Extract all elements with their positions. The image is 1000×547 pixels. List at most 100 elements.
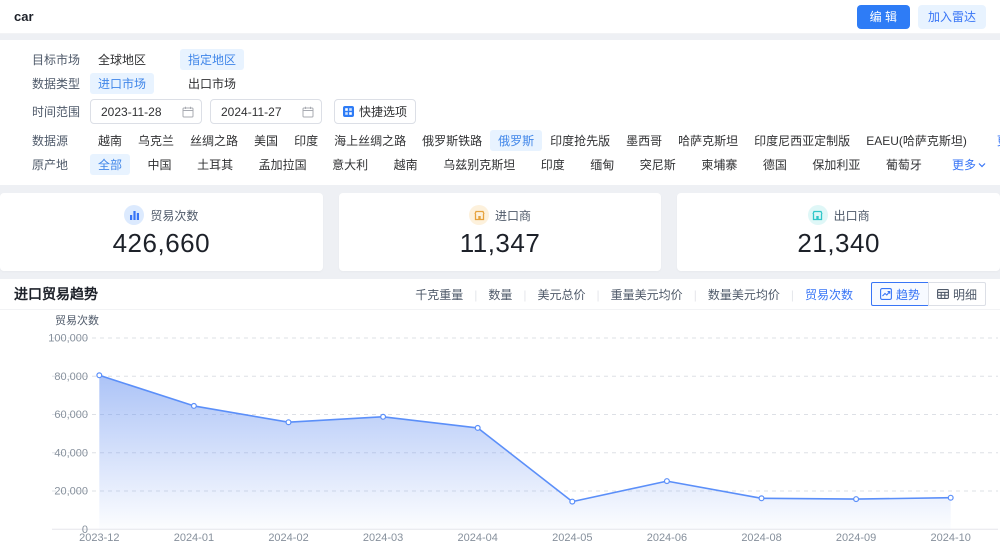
svg-text:2024-02: 2024-02 bbox=[268, 532, 308, 544]
quick-options-button[interactable]: 快捷选项 bbox=[334, 99, 417, 124]
svg-text:2024-06: 2024-06 bbox=[647, 532, 687, 544]
stat-label: 出口商 bbox=[833, 208, 870, 223]
filter-option[interactable]: 乌兹别克斯坦 bbox=[435, 154, 523, 175]
chart-metric-option[interactable]: 数量美元均价 bbox=[706, 288, 782, 302]
chart-metric-option[interactable]: 数量 bbox=[486, 288, 514, 302]
time-range-label: 时间范围 bbox=[32, 105, 81, 119]
metric-separator: | bbox=[693, 287, 697, 302]
chart-metric-option[interactable]: 美元总价 bbox=[536, 288, 588, 302]
calendar-icon bbox=[182, 106, 194, 117]
trend-view-button[interactable]: 趋势 bbox=[870, 282, 929, 306]
origin-row: 原产地 全部 中国 土耳其 孟加拉国 意大利 越南 乌兹别克斯坦 印度 缅甸 突尼斯 柬埔寨 德国 保加… bbox=[32, 153, 986, 176]
date-to-value[interactable] bbox=[221, 104, 293, 119]
stat-label: 进口商 bbox=[495, 208, 532, 223]
filter-option[interactable]: 孟加拉国 bbox=[251, 154, 315, 175]
stat-value: 426,660 bbox=[112, 228, 211, 258]
filter-option[interactable]: 保加利亚 bbox=[804, 154, 868, 175]
filter-option[interactable]: 印度 bbox=[286, 130, 326, 151]
filter-option[interactable]: 意大利 bbox=[324, 154, 376, 175]
filter-option[interactable]: 印度尼西亚定制版 bbox=[746, 130, 858, 151]
stat-value: 21,340 bbox=[797, 228, 880, 258]
metric-separator: | bbox=[790, 287, 794, 302]
detail-view-button[interactable]: 明细 bbox=[927, 282, 986, 306]
filter-option[interactable]: 德国 bbox=[755, 154, 795, 175]
origin-options: 全部 中国 土耳其 孟加拉国 意大利 越南 乌兹别克斯坦 印度 缅甸 突尼斯 柬埔寨 德国 保加利亚 葡萄… bbox=[90, 154, 930, 175]
calendar-icon bbox=[302, 106, 314, 117]
page-title: car bbox=[14, 9, 34, 24]
filter-option[interactable]: 指定地区 bbox=[180, 49, 245, 70]
svg-text:2024-10: 2024-10 bbox=[931, 532, 971, 544]
filter-option[interactable]: 越南 bbox=[386, 154, 426, 175]
stats-row: 贸易次数 426,660 进口商 11,347 出口商 21,340 bbox=[0, 193, 1000, 271]
filter-option[interactable]: 越南 bbox=[90, 130, 130, 151]
svg-text:20,000: 20,000 bbox=[54, 486, 88, 498]
importer-icon bbox=[469, 205, 489, 225]
stat-card-exporters: 出口商 21,340 bbox=[677, 193, 1000, 271]
filter-option[interactable]: 丝绸之路 bbox=[182, 130, 246, 151]
filter-option[interactable]: 全部 bbox=[90, 154, 131, 175]
target-market-options: 全球地区 指定地区 bbox=[90, 49, 245, 70]
svg-text:2023-12: 2023-12 bbox=[79, 532, 119, 544]
filter-option[interactable]: 全球地区 bbox=[90, 49, 154, 70]
data-source-options: 越南 乌克兰 丝绸之路 美国 印度 海上丝绸之路 俄罗斯铁路 俄罗斯 印度抢先版 墨西哥 哈萨克斯坦… bbox=[90, 130, 975, 151]
filter-option[interactable]: 柬埔寨 bbox=[693, 154, 745, 175]
filter-option[interactable]: 中国 bbox=[140, 154, 180, 175]
filter-option[interactable]: 海上丝绸之路 bbox=[326, 130, 414, 151]
filter-option[interactable]: 缅甸 bbox=[582, 154, 622, 175]
metric-list: 千克重量 | 数量 | 美元总价 | 重量美元均价 | 数量美元均价 | 贸易次数 bbox=[413, 286, 855, 303]
table-icon bbox=[937, 289, 949, 299]
topbar-actions: 编 辑 加入雷达 bbox=[856, 4, 986, 29]
filter-option[interactable]: 俄罗斯铁路 bbox=[414, 130, 490, 151]
stat-card-trade-count: 贸易次数 426,660 bbox=[0, 193, 323, 271]
chart-metric-option[interactable]: 千克重量 bbox=[413, 288, 465, 302]
data-type-row: 数据类型 进口市场 出口市场 bbox=[32, 72, 986, 95]
chart-metric-option[interactable]: 重量美元均价 bbox=[609, 288, 685, 302]
origin-more-link[interactable]: 更多 bbox=[952, 156, 986, 173]
svg-text:2024-05: 2024-05 bbox=[552, 532, 592, 544]
target-market-row: 目标市场 全球地区 指定地区 bbox=[32, 48, 986, 71]
filter-option[interactable]: 乌克兰 bbox=[130, 130, 182, 151]
stat-card-importers: 进口商 11,347 bbox=[338, 193, 662, 271]
bar-chart-icon bbox=[124, 205, 145, 225]
add-to-radar-button[interactable]: 加入雷达 bbox=[917, 4, 986, 29]
filter-option[interactable]: 墨西哥 bbox=[618, 130, 670, 151]
filter-option[interactable]: 俄罗斯 bbox=[490, 130, 543, 151]
edit-button[interactable]: 编 辑 bbox=[856, 4, 910, 29]
date-to-input[interactable] bbox=[210, 99, 322, 124]
svg-text:2024-04: 2024-04 bbox=[458, 532, 498, 544]
filter-option[interactable]: 印度 bbox=[533, 154, 573, 175]
detail-view-label: 明细 bbox=[952, 287, 977, 302]
data-type-options: 进口市场 出口市场 bbox=[90, 73, 244, 94]
data-source-label: 数据源 bbox=[32, 134, 69, 148]
more-label: 更多 bbox=[951, 158, 976, 172]
exporter-icon bbox=[807, 205, 828, 225]
filter-option[interactable]: 进口市场 bbox=[90, 73, 155, 94]
filter-option[interactable]: 出口市场 bbox=[180, 73, 244, 94]
filter-option[interactable]: 葡萄牙 bbox=[878, 154, 930, 175]
svg-text:100,000: 100,000 bbox=[48, 333, 88, 345]
metric-separator: | bbox=[596, 287, 600, 302]
filter-option[interactable]: 印度抢先版 bbox=[542, 130, 618, 151]
stat-label: 贸易次数 bbox=[150, 208, 199, 223]
data-type-label: 数据类型 bbox=[32, 77, 81, 91]
filter-option[interactable]: 突尼斯 bbox=[632, 154, 684, 175]
svg-text:2024-09: 2024-09 bbox=[836, 532, 876, 544]
filter-option[interactable]: 美国 bbox=[246, 130, 286, 151]
svg-text:2024-08: 2024-08 bbox=[741, 532, 781, 544]
chart-panel: 进口贸易趋势 千克重量 | 数量 | 美元总价 | 重量美元均价 | 数量美元均价 | 贸易次数 趋… bbox=[0, 279, 1000, 547]
svg-text:40,000: 40,000 bbox=[54, 447, 88, 459]
trend-view-label: 趋势 bbox=[895, 287, 920, 302]
filter-option[interactable]: 土耳其 bbox=[189, 154, 241, 175]
metric-separator: | bbox=[474, 287, 478, 302]
time-range-row: 时间范围 2023-11-28 2024-11-27 快捷选项 bbox=[32, 99, 986, 124]
chart-metric-option[interactable]: 贸易次数 bbox=[803, 288, 855, 302]
date-from-value[interactable] bbox=[101, 104, 173, 119]
metric-separator: | bbox=[523, 287, 527, 302]
quick-options-label: 快捷选项 bbox=[359, 105, 408, 119]
date-from-input[interactable] bbox=[90, 99, 202, 124]
filter-option[interactable]: 哈萨克斯坦 bbox=[670, 130, 746, 151]
data-source-row: 数据源 越南 乌克兰 丝绸之路 美国 印度 海上丝绸之路 俄罗斯铁路 俄罗斯 印度抢先版 墨西哥哈… bbox=[32, 129, 1000, 152]
trend-line-chart[interactable]: 贸易次数020,00040,00060,00080,000100,0002023… bbox=[0, 310, 1000, 547]
filter-option[interactable]: EAEU(哈萨克斯坦) bbox=[858, 130, 975, 151]
chart-controls: 千克重量 | 数量 | 美元总价 | 重量美元均价 | 数量美元均价 | 贸易次数 趋势 明细 bbox=[413, 282, 986, 306]
